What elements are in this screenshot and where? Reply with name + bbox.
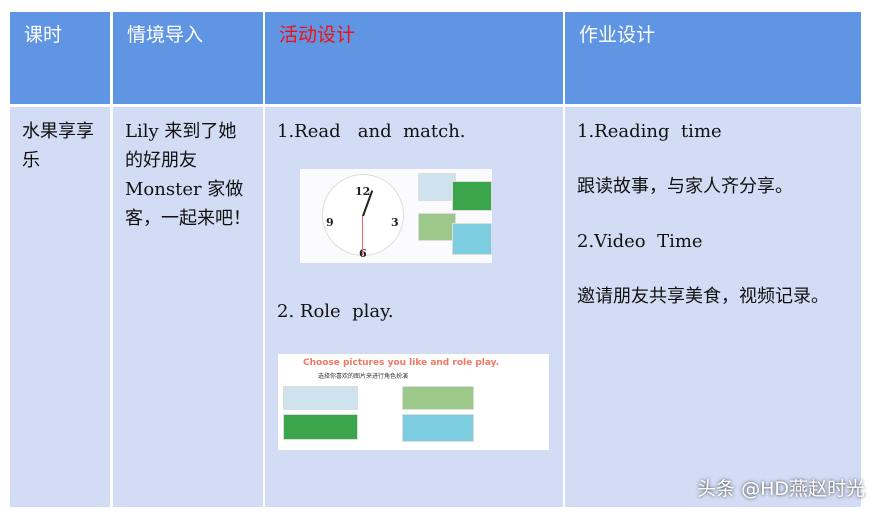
watermark: 头条 @HD燕赵时光	[697, 478, 865, 500]
homework-2-desc: 邀请朋友共享美食，视频记录。	[577, 286, 829, 307]
header-intro: 情境导入	[113, 12, 263, 104]
homework-cell: 1.Reading time 跟读故事，与家人齐分享。 2.Video Time…	[565, 107, 861, 507]
intro-text: Lily 来到了她的好朋友 Monster 家做客，一起来吧！	[125, 121, 251, 229]
role-play-title: Choose pictures you like and role play.	[303, 358, 500, 368]
header-activity: 活动设计	[265, 12, 563, 104]
clock-3: 3	[391, 216, 399, 229]
header-homework: 作业设计	[565, 12, 861, 104]
intro-cell: Lily 来到了她的好朋友 Monster 家做客，一起来吧！	[113, 107, 263, 507]
homework-1: 1.Reading time	[577, 121, 722, 142]
clock-9: 9	[326, 216, 334, 229]
role-play-image: Choose pictures you like and role play. …	[278, 354, 549, 450]
role-play-subtitle: 选择你喜欢的图片来进行角色扮演	[318, 373, 409, 380]
clock-icon: 12 3 6 9	[322, 174, 404, 260]
homework-2: 2.Video Time	[577, 231, 703, 252]
activity-cell: 1.Read and match. 12 3 6 9 2. Role play.…	[265, 107, 563, 507]
homework-1-desc: 跟读故事，与家人齐分享。	[577, 176, 793, 197]
read-match-image: 12 3 6 9	[300, 169, 492, 263]
header-lesson: 课时	[10, 12, 110, 104]
activity-2: 2. Role play.	[277, 301, 394, 322]
lesson-cell: 水果享享乐	[10, 107, 110, 507]
activity-1: 1.Read and match.	[277, 121, 466, 142]
lesson-name: 水果享享乐	[22, 121, 94, 171]
